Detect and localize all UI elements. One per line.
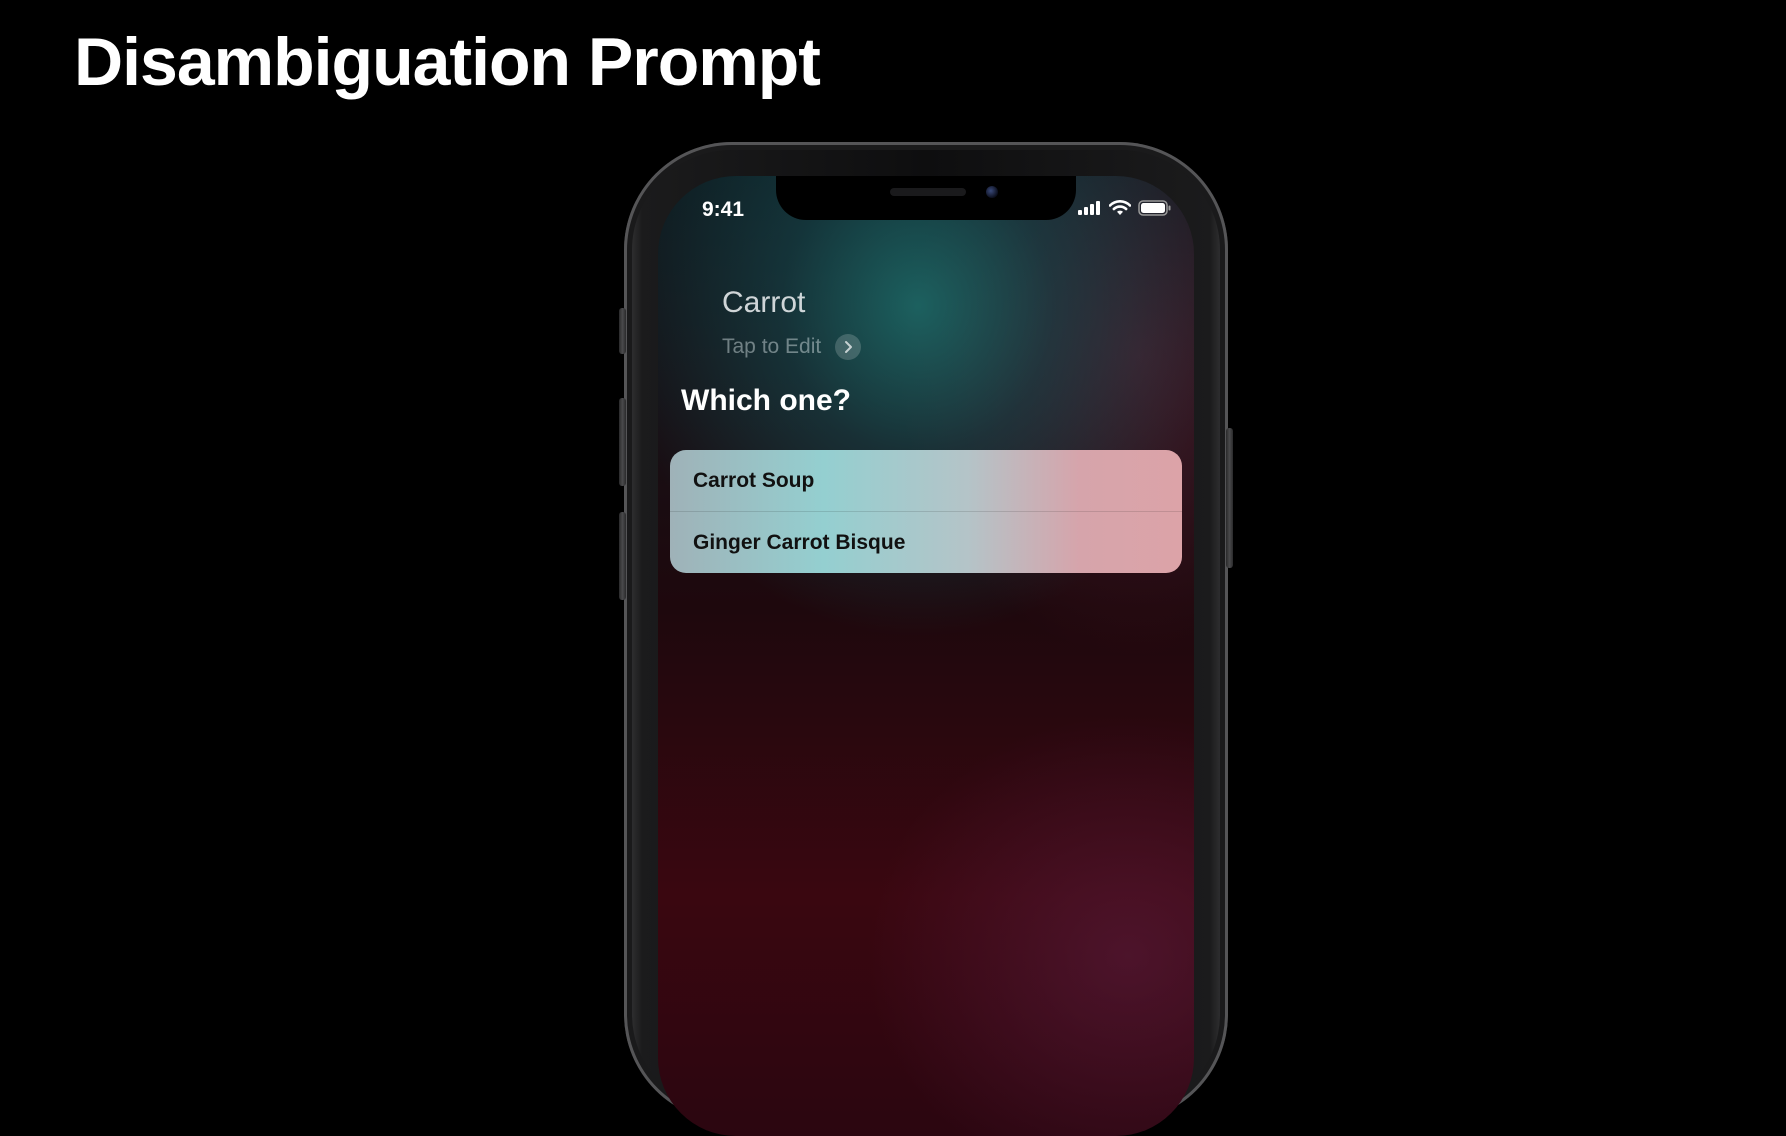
front-camera: [986, 186, 998, 198]
phone-device: 9:41 Carrot Tap to Edit Which one? Carro…: [619, 142, 1233, 1136]
tap-to-edit-button[interactable]: Tap to Edit: [722, 334, 862, 360]
chevron-right-icon: [835, 334, 862, 360]
disambiguation-options-list: Carrot Soup Ginger Carrot Bisque: [670, 450, 1182, 573]
disambiguation-prompt-heading: Which one?: [681, 384, 851, 417]
phone-screen: 9:41 Carrot Tap to Edit Which one? Carro…: [658, 176, 1194, 1136]
tap-to-edit-label: Tap to Edit: [722, 335, 822, 358]
silent-switch: [619, 308, 626, 354]
siri-query-text: Carrot: [722, 286, 806, 319]
side-button: [1226, 428, 1233, 568]
volume-up-button: [619, 398, 626, 486]
slide-title: Disambiguation Prompt: [74, 24, 821, 100]
notch: [776, 176, 1076, 220]
status-bar-icons: [1078, 200, 1172, 216]
battery-icon: [1138, 200, 1172, 216]
volume-down-button: [619, 512, 626, 600]
option-carrot-soup[interactable]: Carrot Soup: [670, 450, 1182, 511]
option-ginger-carrot-bisque[interactable]: Ginger Carrot Bisque: [670, 511, 1182, 573]
status-bar-time: 9:41: [702, 198, 745, 221]
earpiece-speaker: [890, 188, 966, 196]
wifi-icon: [1109, 200, 1131, 216]
cellular-signal-icon: [1078, 201, 1102, 215]
